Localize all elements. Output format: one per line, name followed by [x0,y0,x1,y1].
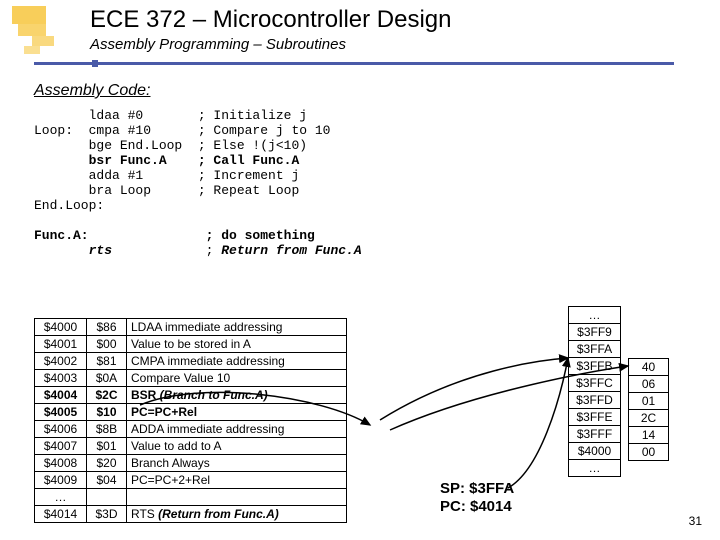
mem-value: $2C [87,387,127,404]
stack-addr-cell: $3FFE [569,409,621,426]
mem-addr: $4001 [35,336,87,353]
mem-value: $04 [87,472,127,489]
section-heading: Assembly Code: [34,82,151,100]
mem-desc: LDAA immediate addressing [127,319,347,336]
header-rule-notch [92,60,98,67]
stack-addr-cell: $4000 [569,443,621,460]
stack-value-table: 4006012C1400 [628,358,669,461]
code-line: End.Loop: [34,198,104,213]
mem-value: $00 [87,336,127,353]
code-line-bsr: bsr Func.A ; Call Func.A [34,153,299,168]
stack-addr-cell: $3FFD [569,392,621,409]
stack-val-cell: 40 [629,359,669,376]
stack-addr-cell: $3FFC [569,375,621,392]
mem-addr: $4008 [35,455,87,472]
code-line: ldaa #0 ; Initialize j [34,108,307,123]
stack-addr-cell: $3FFF [569,426,621,443]
mem-value: $81 [87,353,127,370]
mem-value: $86 [87,319,127,336]
mem-addr: $4004 [35,387,87,404]
code-line-funca: Func.A: ; do something [34,228,315,243]
mem-desc [127,489,347,506]
header-rule [34,62,674,65]
code-line: Loop: cmpa #10 ; Compare j to 10 [34,123,330,138]
stack-val-cell: 14 [629,427,669,444]
mem-addr: $4009 [35,472,87,489]
mem-addr: $4002 [35,353,87,370]
stack-val-cell: 00 [629,444,669,461]
register-display: SP: $3FFA PC: $4014 [440,480,514,516]
mem-desc: PC=PC+Rel [127,404,347,421]
code-line: bge End.Loop ; Else !(j<10) [34,138,307,153]
mem-desc: ADDA immediate addressing [127,421,347,438]
stack-addr-cell: … [569,460,621,477]
mem-desc: Value to be stored in A [127,336,347,353]
stack-address-table: …$3FF9$3FFA$3FFB$3FFC$3FFD$3FFE$3FFF$400… [568,306,621,477]
mem-desc: CMPA immediate addressing [127,353,347,370]
mem-desc: PC=PC+2+Rel [127,472,347,489]
code-blank [34,213,42,228]
code-line-rts: rts ; Return from Func.A [34,243,362,258]
mem-value: $3D [87,506,127,523]
assembly-code-block: ldaa #0 ; Initialize j Loop: cmpa #10 ; … [34,108,362,258]
code-line: adda #1 ; Increment j [34,168,299,183]
stack-val-cell: 06 [629,376,669,393]
mem-addr: $4003 [35,370,87,387]
stack-addr-cell: $3FFA [569,341,621,358]
page-number: 31 [689,514,702,528]
mem-addr: $4014 [35,506,87,523]
mem-value: $0A [87,370,127,387]
mem-addr: … [35,489,87,506]
mem-desc: Branch Always [127,455,347,472]
stack-addr-cell: … [569,307,621,324]
mem-desc: Compare Value 10 [127,370,347,387]
memory-table: $4000$86LDAA immediate addressing$4001$0… [34,318,347,523]
mem-value: $20 [87,455,127,472]
stack-val-cell: 01 [629,393,669,410]
slide-subtitle: Assembly Programming – Subroutines [90,36,346,53]
mem-value: $8B [87,421,127,438]
mem-desc: BSR (Branch to Func.A) [127,387,347,404]
stack-addr-cell: $3FF9 [569,324,621,341]
mem-addr: $4005 [35,404,87,421]
mem-value: $10 [87,404,127,421]
mem-addr: $4000 [35,319,87,336]
slide-title: ECE 372 – Microcontroller Design [90,6,452,34]
code-line: bra Loop ; Repeat Loop [34,183,299,198]
stack-addr-cell: $3FFB [569,358,621,375]
mem-desc: RTS (Return from Func.A) [127,506,347,523]
mem-addr: $4007 [35,438,87,455]
sp-register: SP: $3FFA [440,480,514,498]
mem-addr: $4006 [35,421,87,438]
mem-value: $01 [87,438,127,455]
pc-register: PC: $4014 [440,498,514,516]
mem-value [87,489,127,506]
stack-val-cell: 2C [629,410,669,427]
mem-desc: Value to add to A [127,438,347,455]
